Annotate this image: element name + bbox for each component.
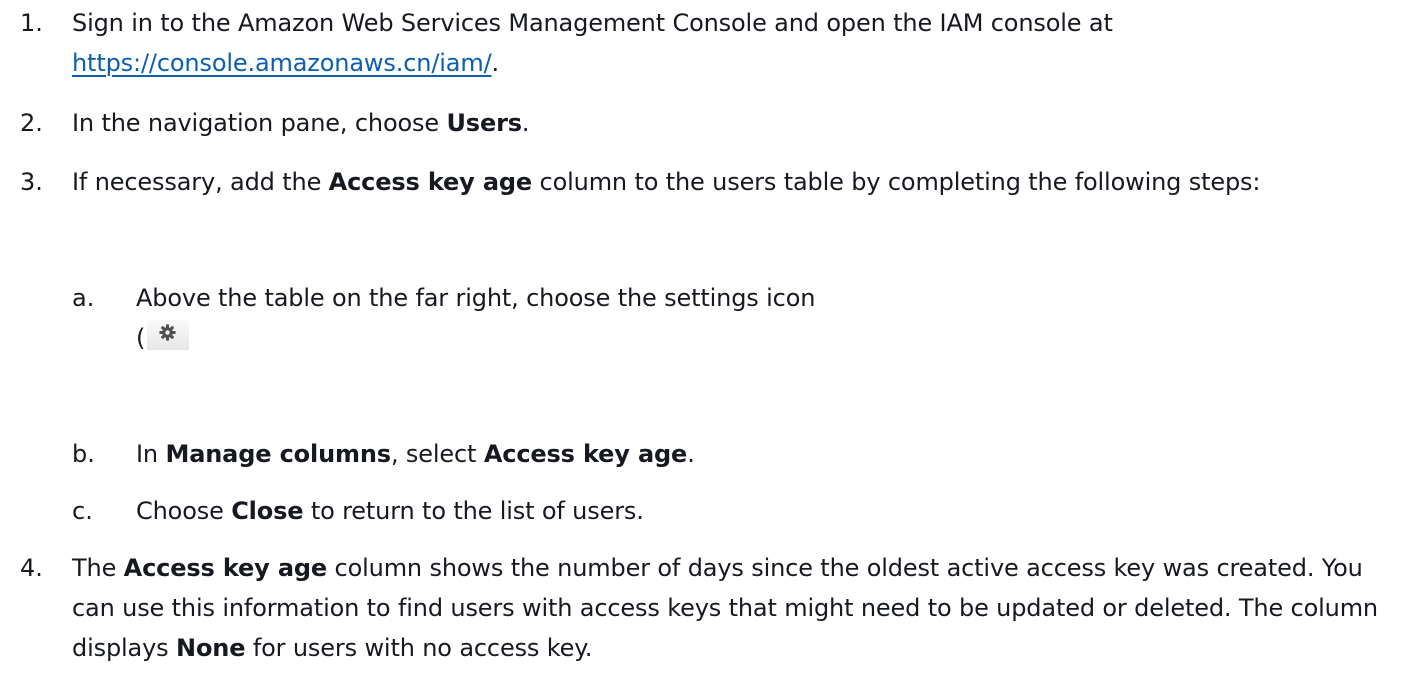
access-key-age-term: Access key age <box>123 554 328 582</box>
access-key-age-term: Access key age <box>328 168 533 196</box>
none-term: None <box>176 634 246 662</box>
substep-number: a. <box>72 284 95 312</box>
step-1-text: Sign in to the Amazon Web Services Manag… <box>72 9 1113 37</box>
step-text: The Access key age column shows the numb… <box>72 548 1412 668</box>
substep-c-pre: Choose <box>136 497 232 525</box>
substep-number: c. <box>72 497 93 525</box>
substep-text: Above the table on the far right, choose… <box>136 278 1406 358</box>
step-number: 3. <box>20 168 43 196</box>
step-number: 2. <box>20 109 43 137</box>
substep-c-post: to return to the list of users. <box>303 497 644 525</box>
step-1-period: . <box>491 49 500 77</box>
manage-columns-term: Manage columns <box>165 440 391 468</box>
substep-b-post: . <box>687 440 695 468</box>
step-4-post: for users with no access key. <box>245 634 593 662</box>
substep-text: Choose Close to return to the list of us… <box>136 491 1406 531</box>
access-key-age-term: Access key age <box>483 440 688 468</box>
step-text: In the navigation pane, choose Users. <box>72 103 1412 143</box>
step-2-post: . <box>521 109 530 137</box>
substep-a-text: Above the table on the far right, choose… <box>136 284 816 312</box>
close-term: Close <box>231 497 304 525</box>
step-3-post: column to the users table by completing … <box>532 168 1261 196</box>
gear-icon <box>147 320 190 350</box>
iam-console-link[interactable]: https://console.amazonaws.cn/iam/ <box>72 49 492 77</box>
substep-b-mid: , select <box>390 440 484 468</box>
instructions-document: 1. Sign in to the Amazon Web Services Ma… <box>0 0 1421 696</box>
gear-icon-glyph <box>159 324 176 341</box>
substep-number: b. <box>72 440 95 468</box>
substep-text: In Manage columns, select Access key age… <box>136 434 1406 474</box>
users-term: Users <box>446 109 522 137</box>
step-text: Sign in to the Amazon Web Services Manag… <box>72 3 1412 83</box>
step-4-pre: The <box>72 554 124 582</box>
step-number: 1. <box>20 9 43 37</box>
step-3-pre: If necessary, add the <box>72 168 329 196</box>
open-paren: ( <box>136 324 146 352</box>
step-text: If necessary, add the Access key age col… <box>72 162 1412 202</box>
step-2-pre: In the navigation pane, choose <box>72 109 447 137</box>
substep-b-pre: In <box>136 440 166 468</box>
step-number: 4. <box>20 554 43 582</box>
